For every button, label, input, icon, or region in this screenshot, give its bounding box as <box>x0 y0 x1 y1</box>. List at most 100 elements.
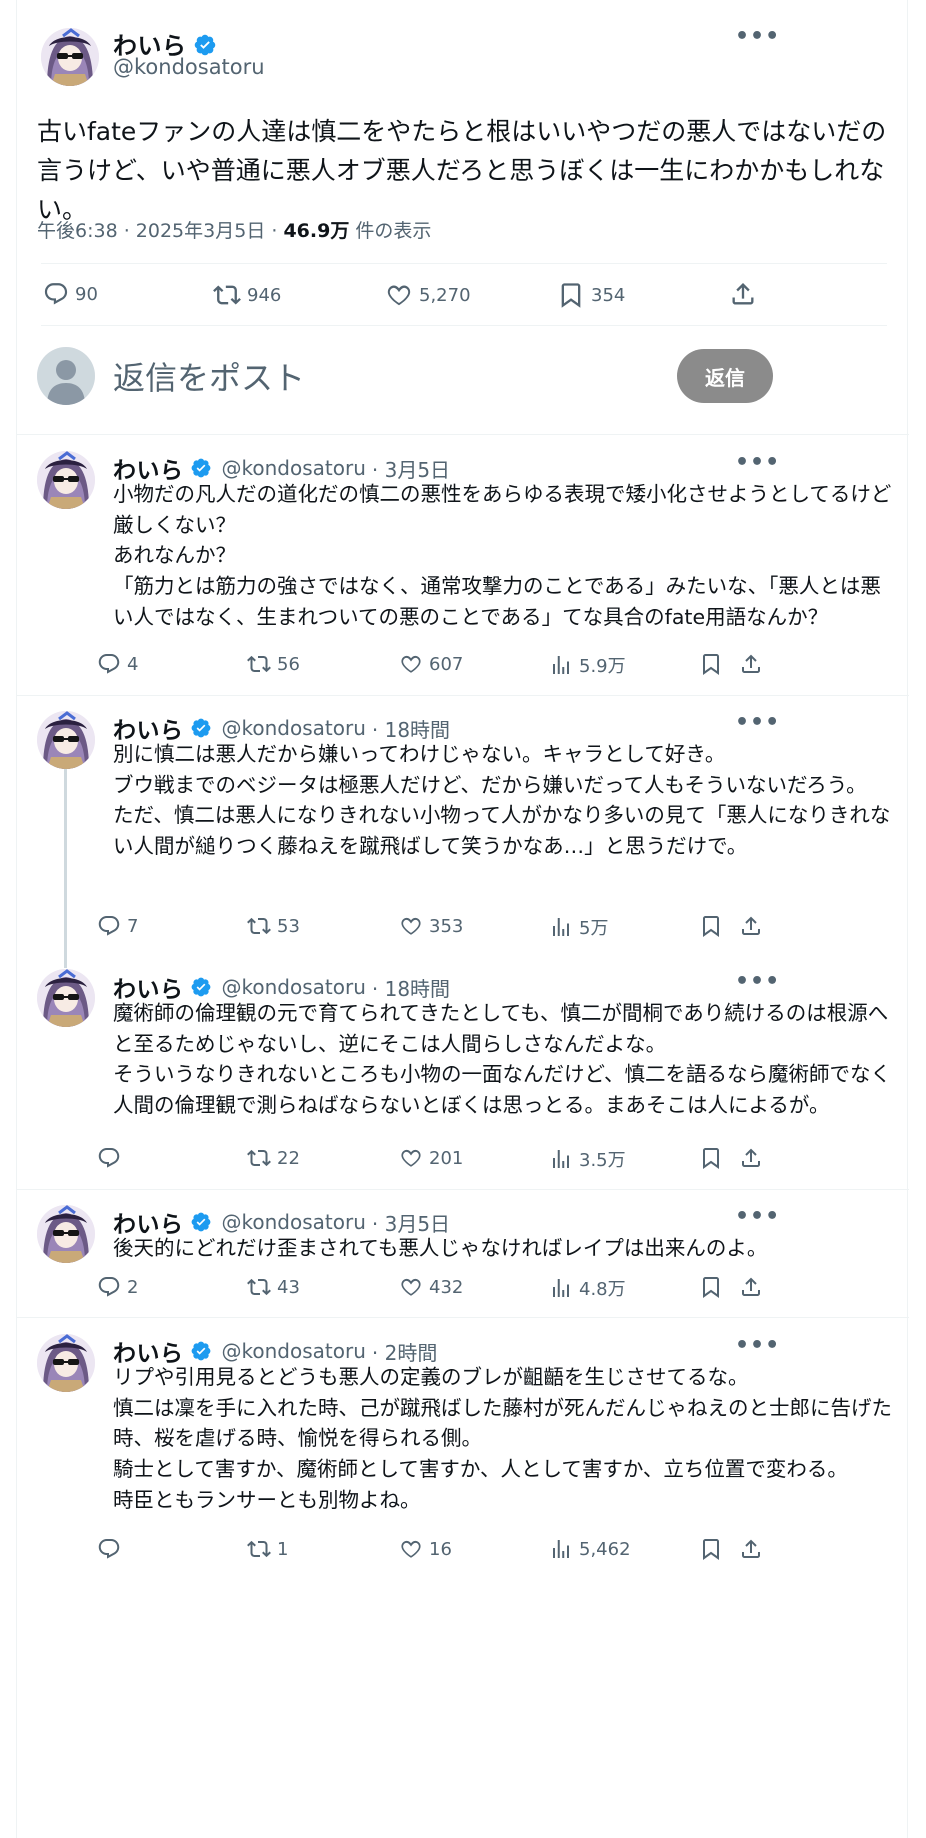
handle[interactable]: @kondosatoru <box>222 1210 366 1234</box>
repost-count: 22 <box>277 1147 300 1169</box>
views-button[interactable]: 5万 <box>549 914 608 940</box>
bookmark-button[interactable] <box>699 1275 723 1299</box>
reply-icon <box>43 281 69 307</box>
verified-badge-icon <box>193 33 217 57</box>
reply-button[interactable]: 4 <box>97 652 138 676</box>
reply-button[interactable]: 90 <box>43 281 98 307</box>
reply-submit-button[interactable]: 返信 <box>677 349 773 403</box>
handle[interactable]: @kondosatoru <box>222 1339 366 1363</box>
handle[interactable]: @kondosatoru <box>222 716 366 740</box>
repost-button[interactable]: 946 <box>213 281 281 309</box>
reply-button[interactable] <box>97 1146 127 1170</box>
share-button[interactable] <box>729 280 757 308</box>
more-options-icon[interactable]: ••• <box>735 1333 780 1358</box>
like-button[interactable]: 432 <box>399 1275 463 1299</box>
share-button[interactable] <box>739 1537 763 1561</box>
share-icon <box>729 280 757 308</box>
like-count: 5,270 <box>419 284 471 306</box>
bookmark-button[interactable] <box>699 914 723 938</box>
divider <box>17 1189 909 1190</box>
repost-icon <box>247 1146 271 1170</box>
like-button[interactable]: 16 <box>399 1537 452 1561</box>
verified-badge-icon <box>190 717 212 739</box>
repost-button[interactable]: 43 <box>247 1275 300 1299</box>
more-options-icon[interactable]: ••• <box>735 24 780 49</box>
bookmark-button[interactable] <box>699 1537 723 1561</box>
timeline-column: わいら @kondosatoru ••• 古いfateファンの人達は慎二をやたら… <box>16 0 909 1838</box>
repost-count: 946 <box>247 284 282 306</box>
views-icon <box>549 915 573 939</box>
more-options-icon[interactable]: ••• <box>735 450 780 475</box>
reply-button[interactable] <box>97 1537 127 1561</box>
like-button[interactable]: 353 <box>399 914 463 938</box>
bookmark-icon <box>699 1537 723 1561</box>
current-user-avatar[interactable] <box>37 347 95 405</box>
avatar[interactable] <box>37 969 95 1027</box>
views-icon <box>549 1147 573 1171</box>
divider <box>17 695 909 696</box>
post-timestamp[interactable]: 午後6:38 · 2025年3月5日 · <box>37 220 283 242</box>
post-text: 古いfateファンの人達は慎二をやたらと根はいいやつだの悪人ではないだの言うけど… <box>37 117 887 224</box>
repost-button[interactable]: 22 <box>247 1146 300 1170</box>
like-button[interactable]: 607 <box>399 652 463 676</box>
share-button[interactable] <box>739 914 763 938</box>
avatar[interactable] <box>37 451 95 509</box>
divider <box>17 1317 909 1318</box>
bookmark-icon <box>557 281 585 309</box>
repost-button[interactable]: 53 <box>247 914 300 938</box>
views-icon <box>549 1276 573 1300</box>
share-icon <box>739 1146 763 1170</box>
heart-icon <box>399 1275 423 1299</box>
reply-text: 後天的にどれだけ歪まされても悪人じゃなければレイプは出来んのよ。 <box>113 1236 768 1260</box>
share-button[interactable] <box>739 1275 763 1299</box>
views-button[interactable]: 3.5万 <box>549 1146 626 1172</box>
views-button[interactable]: 5,462 <box>549 1537 631 1561</box>
repost-count: 1 <box>277 1538 289 1560</box>
share-icon <box>739 652 763 676</box>
bookmark-button[interactable] <box>699 652 723 676</box>
reply-count: 4 <box>127 653 139 675</box>
views-icon <box>549 653 573 677</box>
bookmark-button[interactable]: 354 <box>557 281 625 309</box>
reply-text: リプや引用見るとどうも悪人の定義のブレが齟齬を生じさせてるな。 慎二は凜を手に入… <box>113 1365 892 1512</box>
repost-count: 43 <box>277 1276 300 1298</box>
repost-button[interactable]: 56 <box>247 652 300 676</box>
like-button[interactable]: 201 <box>399 1146 463 1170</box>
reply-icon <box>97 1275 121 1299</box>
share-button[interactable] <box>739 652 763 676</box>
reply-button[interactable]: 2 <box>97 1275 138 1299</box>
more-options-icon[interactable]: ••• <box>735 969 780 994</box>
handle[interactable]: @kondosatoru <box>222 975 366 999</box>
repost-button[interactable]: 1 <box>247 1537 288 1561</box>
more-options-icon[interactable]: ••• <box>735 710 780 735</box>
avatar[interactable] <box>37 711 95 769</box>
view-count: 3.5万 <box>579 1150 626 1171</box>
reply-icon <box>97 914 121 938</box>
reply-input[interactable]: 返信をポスト <box>113 353 305 399</box>
repost-count: 53 <box>277 915 300 937</box>
verified-badge-icon <box>190 457 212 479</box>
avatar[interactable] <box>37 1334 95 1392</box>
bookmark-button[interactable] <box>699 1146 723 1170</box>
view-count: 4.8万 <box>579 1279 626 1300</box>
avatar[interactable] <box>41 28 99 86</box>
reply-button[interactable]: 7 <box>97 914 138 938</box>
reply-icon <box>97 1537 121 1561</box>
avatar[interactable] <box>37 1205 95 1263</box>
reply-text: 別に慎二は悪人だから嫌いってわけじゃない。キャラとして好き。 ブウ戦までのベジー… <box>113 742 891 859</box>
view-label: 件の表示 <box>349 220 432 242</box>
heart-icon <box>385 281 413 309</box>
like-count: 607 <box>429 653 464 675</box>
heart-icon <box>399 914 423 938</box>
handle[interactable]: @kondosatoru <box>222 456 366 480</box>
repost-icon <box>247 652 271 676</box>
heart-icon <box>399 1146 423 1170</box>
views-button[interactable]: 5.9万 <box>549 652 626 678</box>
handle[interactable]: @kondosatoru <box>113 55 265 79</box>
more-options-icon[interactable]: ••• <box>735 1204 780 1229</box>
views-button[interactable]: 4.8万 <box>549 1275 626 1301</box>
share-button[interactable] <box>739 1146 763 1170</box>
post-meta: 午後6:38 · 2025年3月5日 · 46.9万 件の表示 <box>37 216 431 243</box>
like-button[interactable]: 5,270 <box>385 281 471 309</box>
view-count: 5.9万 <box>579 656 626 677</box>
